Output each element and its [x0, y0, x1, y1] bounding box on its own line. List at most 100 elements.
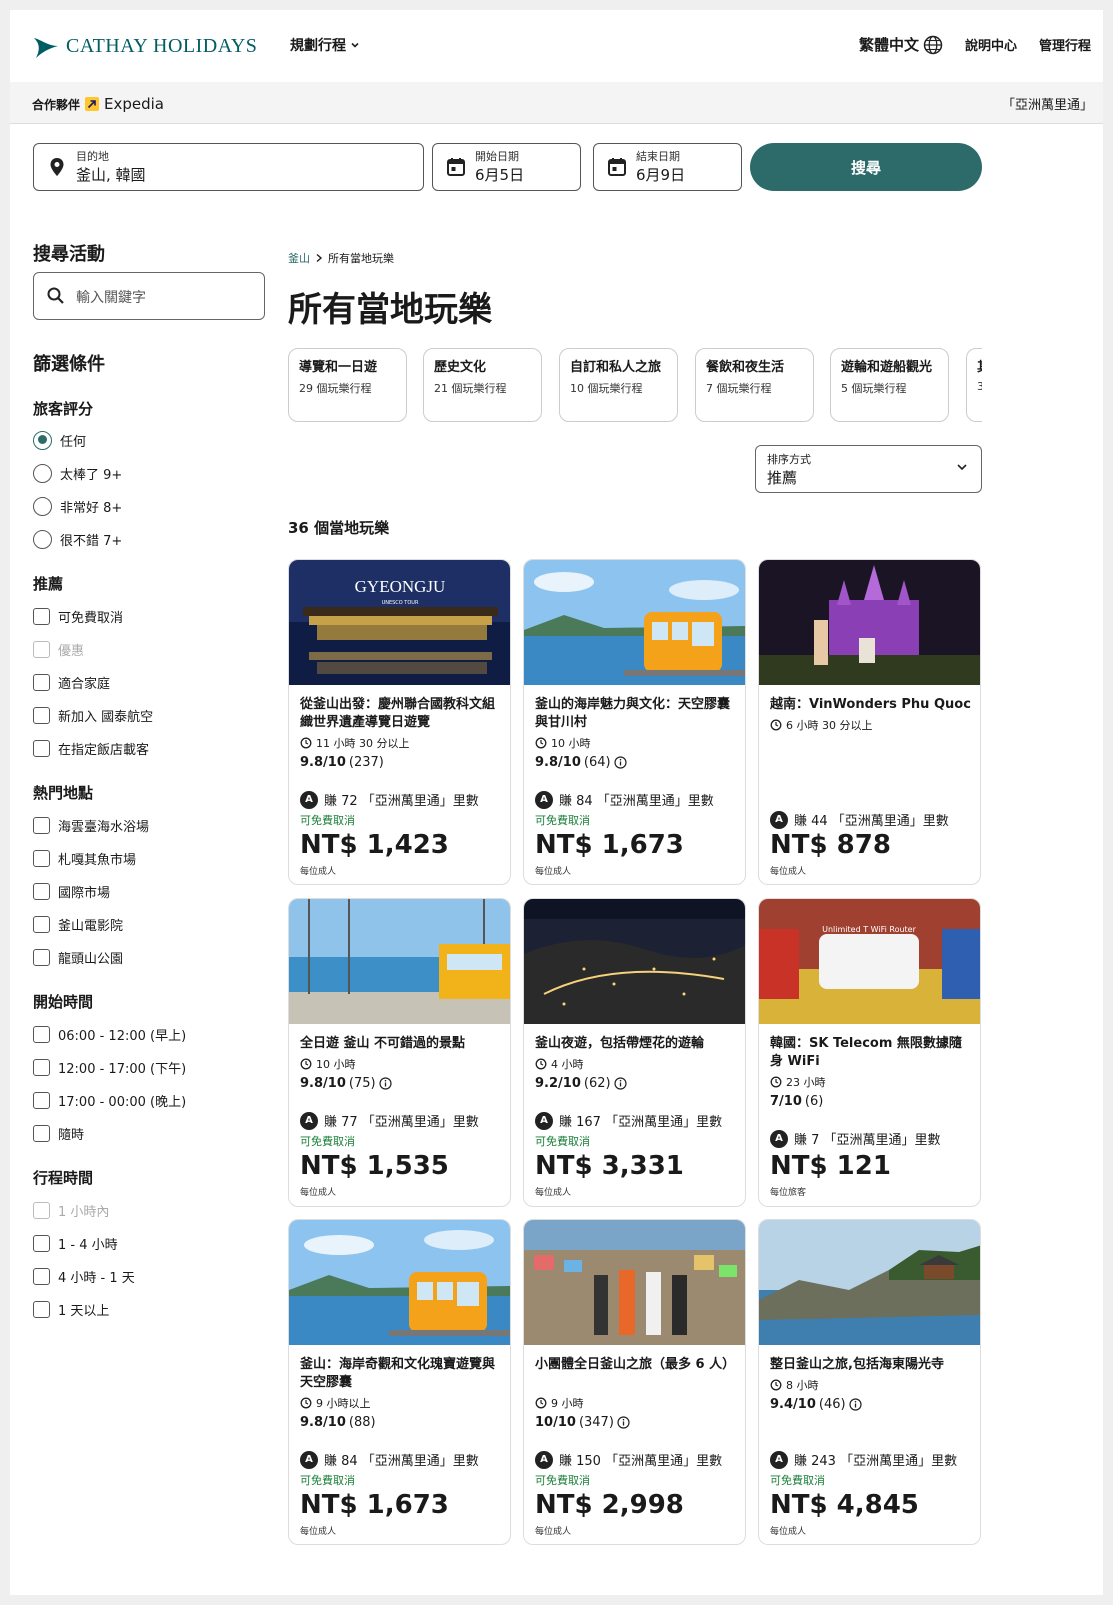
info-icon[interactable]: [613, 756, 627, 769]
activity-card[interactable]: 全日遊 釜山 不可錯過的景點 10 小時 9.8/10 (75) A 賺 77 「亞…: [288, 898, 511, 1207]
category-card[interactable]: 其3: [966, 348, 982, 422]
info-icon[interactable]: [613, 1077, 627, 1090]
category-card[interactable]: 餐飲和夜生活 7 個玩樂行程: [695, 348, 814, 422]
radio[interactable]: [33, 529, 52, 549]
free-cancel-label: 可免費取消: [300, 814, 355, 827]
rating-score: 9.8/10: [300, 1415, 346, 1430]
miles-text: 賺 84 「亞洲萬里通」里數: [559, 794, 714, 809]
activity-card[interactable]: GYEONGJU UNESCO TOUR 從釜山出發：慶州聯合國教科文組織世界遺…: [288, 559, 511, 885]
start-date-field[interactable]: 開始日期 6月5日: [432, 143, 581, 191]
language-selector[interactable]: 繁體中文: [859, 34, 943, 55]
radio[interactable]: [33, 463, 52, 483]
rating-option-8[interactable]: 非常好 8+: [33, 495, 122, 517]
activity-card[interactable]: 釜山夜遊，包括帶煙花的遊輪 4 小時 9.2/10 (62) A 賺 167 「亞洲…: [523, 898, 746, 1207]
filter-label: 隨時: [58, 1127, 85, 1143]
card-duration: 11 小時 30 分以上: [300, 735, 409, 751]
activity-card[interactable]: 小團體全日釜山之旅（最多 6 人） 9 小時 10/10 (347) A 賺 150…: [523, 1219, 746, 1545]
info-icon[interactable]: [617, 1416, 630, 1429]
free-cancel-label: 可免費取消: [535, 1135, 590, 1148]
filter-hotel-pickup[interactable]: 在指定飯店載客: [33, 737, 149, 759]
checkbox[interactable]: [33, 882, 50, 900]
expedia-brand: Expedia: [104, 95, 165, 113]
rating-option-9[interactable]: 太棒了 9+: [33, 462, 122, 484]
filter-duration[interactable]: 1 小時內: [33, 1199, 109, 1221]
checkbox[interactable]: [33, 1025, 50, 1043]
radio[interactable]: [33, 496, 52, 516]
activity-card[interactable]: 越南：VinWonders Phu Quoc 6 小時 30 分以上 A 賺 44…: [758, 559, 981, 885]
activity-card[interactable]: 釜山的海岸魅力與文化：天空膠囊與甘川村 10 小時 9.8/10 (64) A 賺 …: [523, 559, 746, 885]
filter-hotspot[interactable]: 龍頭山公園: [33, 946, 123, 968]
plan-trip-menu[interactable]: 規劃行程: [290, 35, 360, 55]
rating-score: 9.2/10: [535, 1076, 581, 1091]
radio-selected[interactable]: [33, 430, 52, 450]
checkbox[interactable]: [33, 607, 50, 625]
filter-time[interactable]: 06:00 - 12:00 (早上): [33, 1023, 186, 1045]
promo-text[interactable]: 「亞洲萬里通」: [1002, 94, 1093, 113]
category-card[interactable]: 導覽和一日遊 29 個玩樂行程: [288, 348, 407, 422]
card-price: NT$ 878: [770, 830, 891, 860]
category-card[interactable]: 歷史文化 21 個玩樂行程: [423, 348, 542, 422]
checkbox[interactable]: [33, 1091, 50, 1109]
breadcrumb-link[interactable]: 釜山: [288, 250, 310, 266]
checkbox[interactable]: [33, 640, 50, 658]
clock-icon: [770, 1379, 782, 1391]
rating-option-any[interactable]: 任何: [33, 429, 86, 451]
checkbox[interactable]: [33, 1234, 50, 1252]
card-price: NT$ 2,998: [535, 1490, 684, 1520]
filter-duration[interactable]: 1 - 4 小時: [33, 1232, 118, 1254]
filter-time[interactable]: 12:00 - 17:00 (下午): [33, 1056, 186, 1078]
rating-option-7[interactable]: 很不錯 7+: [33, 528, 122, 550]
asia-miles-icon: A: [770, 1450, 788, 1469]
checkbox[interactable]: [33, 816, 50, 834]
filter-time[interactable]: 隨時: [33, 1122, 84, 1144]
filter-hotspot[interactable]: 釜山電影院: [33, 913, 123, 935]
help-center-link[interactable]: 說明中心: [965, 35, 1017, 54]
activity-card[interactable]: 整日釜山之旅,包括海東陽光寺 8 小時 9.4/10 (46) A 賺 243 「亞…: [758, 1219, 981, 1545]
end-date-field[interactable]: 結束日期 6月9日: [593, 143, 742, 191]
checkbox[interactable]: [33, 739, 50, 757]
filter-hotspot[interactable]: 國際市場: [33, 880, 110, 902]
filter-hotspot[interactable]: 海雲臺海水浴場: [33, 814, 149, 836]
overlay-subtitle: UNESCO TOUR: [382, 600, 419, 606]
filter-deals[interactable]: 優惠: [33, 638, 84, 660]
checkbox[interactable]: [33, 673, 50, 691]
filter-time[interactable]: 17:00 - 00:00 (晚上): [33, 1089, 186, 1111]
filter-duration[interactable]: 4 小時 - 1 天: [33, 1265, 135, 1287]
keyword-input[interactable]: 輸入關鍵字: [33, 272, 265, 320]
sort-label: 排序方式: [767, 453, 811, 466]
cathay-logo[interactable]: CATHAY HOLIDAYS: [32, 32, 257, 60]
sort-select[interactable]: 排序方式 推薦: [755, 445, 982, 493]
manage-trips-link[interactable]: 管理行程: [1039, 35, 1091, 54]
activity-card[interactable]: Unlimited T WiFi Router 韓國：SK Telecom 無限…: [758, 898, 981, 1207]
checkbox[interactable]: [33, 915, 50, 933]
destination-field[interactable]: 目的地 釜山, 韓國: [33, 143, 424, 191]
checkbox[interactable]: [33, 1058, 50, 1076]
filter-label: 在指定飯店載客: [58, 742, 150, 758]
checkbox[interactable]: [33, 1300, 50, 1318]
clock-icon: [535, 1058, 547, 1070]
checkbox[interactable]: [33, 706, 50, 724]
checkbox[interactable]: [33, 1201, 50, 1219]
breadcrumb-current: 所有當地玩樂: [328, 252, 394, 265]
filter-duration[interactable]: 1 天以上: [33, 1298, 109, 1320]
filter-free-cancel[interactable]: 可免費取消: [33, 605, 123, 627]
filter-label: 新加入 國泰航空: [58, 709, 154, 725]
checkbox[interactable]: [33, 849, 50, 867]
filter-label: 釜山電影院: [58, 918, 124, 934]
duration-text: 9 小時以上: [316, 1397, 371, 1410]
search-button[interactable]: 搜尋: [750, 143, 982, 191]
price-unit: 每位成人: [300, 1527, 337, 1537]
filter-label: 可免費取消: [58, 610, 124, 626]
filter-family[interactable]: 適合家庭: [33, 671, 110, 693]
filter-new-cathay[interactable]: 新加入 國泰航空: [33, 704, 153, 726]
checkbox[interactable]: [33, 1124, 50, 1142]
category-card[interactable]: 遊輪和遊船觀光 5 個玩樂行程: [830, 348, 949, 422]
checkbox[interactable]: [33, 1267, 50, 1285]
filter-hotspot[interactable]: 札嘎其魚市場: [33, 847, 136, 869]
category-card[interactable]: 自訂和私人之旅 10 個玩樂行程: [559, 348, 678, 422]
miles-text: 賺 84 「亞洲萬里通」里數: [324, 1454, 479, 1469]
info-icon[interactable]: [378, 1077, 392, 1090]
activity-card[interactable]: 釜山：海岸奇觀和文化瑰寶遊覽與天空膠囊 9 小時以上 9.8/10 (88) A賺…: [288, 1219, 511, 1545]
checkbox[interactable]: [33, 948, 50, 966]
info-icon[interactable]: [848, 1398, 862, 1411]
